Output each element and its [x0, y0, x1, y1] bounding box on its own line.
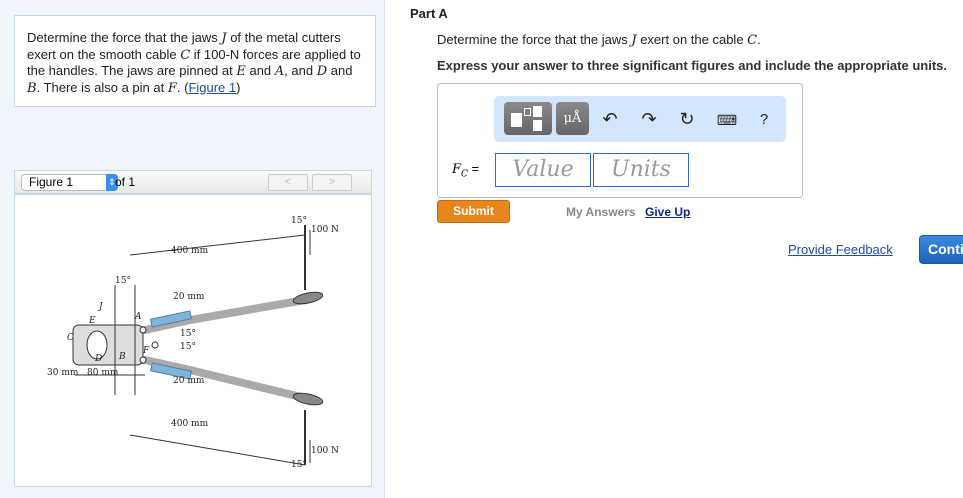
label-e: E [88, 316, 96, 326]
label-bottom-length: 400 mm [171, 419, 209, 429]
numerator-box [533, 106, 542, 117]
question: Determine the force that the jaws J exer… [437, 32, 761, 48]
answer-label: FC = [452, 161, 479, 180]
math-toolbar: μÅ ↶ ↷ ↻ ⌨ ? [494, 96, 786, 142]
answer-box: μÅ ↶ ↷ ↻ ⌨ ? FC = Value Units [437, 83, 803, 198]
label-top-force: 100 N [311, 225, 339, 235]
var-f: F [167, 80, 177, 96]
label-b: B [118, 352, 126, 362]
continue-button[interactable]: Continue [919, 235, 963, 264]
label-bottom-20mm: 20 mm [173, 376, 205, 386]
label-top-length: 400 mm [171, 246, 209, 256]
label-f: F [452, 162, 462, 177]
label-30mm: 30 mm [47, 368, 79, 378]
problem-statement: Determine the force that the jaws J of t… [14, 15, 376, 107]
question-text: Determine the force that the jaws [437, 32, 632, 47]
denominator-box [533, 120, 542, 131]
figure-count: of 1 [115, 175, 136, 189]
problem-text: if 100- [190, 46, 230, 62]
problem-text: Determine the force that the jaws [27, 30, 222, 45]
unit-n: N [229, 46, 240, 62]
figure-select-value: Figure 1 [29, 175, 74, 189]
part-title: Part A [410, 6, 448, 21]
redo-icon[interactable]: ↷ [637, 109, 661, 130]
problem-text: . There is also a pin at [36, 79, 168, 95]
label-f: F [142, 346, 150, 356]
problem-text: . ( [176, 79, 189, 95]
problem-text: , and [284, 63, 317, 78]
question-text: exert on the cable [636, 32, 748, 47]
var-c: C [180, 47, 191, 63]
label-sub-c: C [461, 169, 468, 180]
label-d: D [94, 354, 102, 364]
label-bottom-force: 100 N [311, 446, 339, 456]
figure-panel: Figure 1 ⇕ of 1 < > 15° 100 N 400 mm 15°… [14, 170, 372, 487]
units-input[interactable]: Units [593, 153, 689, 187]
units-button[interactable]: μÅ [556, 102, 589, 135]
label-j: J [97, 302, 104, 312]
metal-cutters-diagram: 15° 100 N 400 mm 15° 20 mm J A E C 15° 1… [47, 216, 339, 470]
figure-select[interactable]: Figure 1 ⇕ [21, 174, 118, 191]
figure-link[interactable]: Figure 1 [188, 80, 236, 95]
var-b: B [27, 80, 37, 96]
label-a: A [134, 312, 142, 322]
var-a: A [274, 64, 285, 79]
provide-feedback-link[interactable]: Provide Feedback [788, 242, 893, 257]
var-d: D [316, 64, 328, 79]
figure-toolbar: Figure 1 ⇕ of 1 < > [15, 171, 371, 195]
problem-text: and [327, 63, 353, 78]
label-angle-a: 15° [180, 329, 196, 339]
label-c: C [67, 333, 74, 343]
question-text: . [757, 32, 761, 47]
label-80mm: 80 mm [87, 368, 119, 378]
undo-icon[interactable]: ↶ [598, 109, 622, 130]
left-panel: Determine the force that the jaws J of t… [0, 0, 385, 498]
submit-button[interactable]: Submit [437, 200, 510, 223]
reset-icon[interactable]: ↻ [675, 109, 699, 130]
give-up-link[interactable]: Give Up [645, 205, 690, 219]
help-button[interactable]: ? [752, 111, 776, 128]
instruction: Express your answer to three significant… [437, 58, 947, 73]
problem-text: and [245, 63, 275, 78]
label-bottom-angle: 15° [291, 460, 307, 470]
label-top-20mm: 20 mm [173, 292, 205, 302]
superscript-box [524, 108, 531, 116]
label-angle-15: 15° [115, 276, 131, 286]
label-top-angle: 15° [291, 216, 307, 226]
fraction-template-icon [511, 113, 522, 127]
templates-button[interactable] [504, 102, 552, 135]
prev-figure-button[interactable]: < [268, 174, 308, 191]
var-c: C [747, 33, 758, 48]
equals-sign: = [467, 161, 480, 176]
var-e: E [236, 64, 246, 79]
my-answers-link[interactable]: My Answers [566, 205, 636, 219]
next-figure-button[interactable]: > [312, 174, 352, 191]
problem-text: ) [236, 79, 241, 95]
keyboard-icon[interactable]: ⌨ [715, 112, 739, 129]
value-input[interactable]: Value [495, 153, 591, 187]
label-angle-b: 15° [180, 342, 196, 352]
